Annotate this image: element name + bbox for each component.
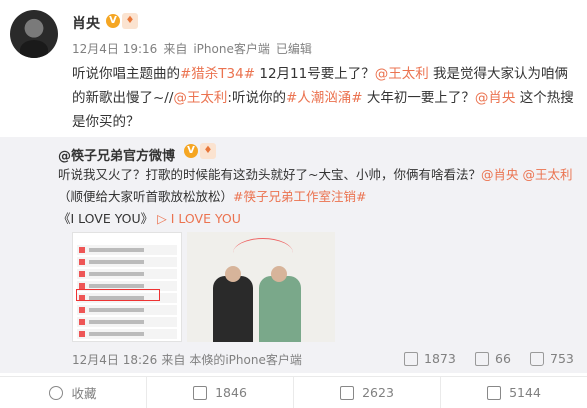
song-title: 《I LOVE YOU》 (58, 211, 154, 226)
like-button[interactable]: 5144 (441, 377, 587, 408)
thumbs-up-icon (487, 385, 502, 400)
comment-icon (340, 385, 355, 400)
song-play-link[interactable]: ▷ I LOVE YOU (157, 211, 241, 226)
hashtag-link[interactable]: #人潮汹涌# (286, 90, 363, 106)
comment-icon (475, 351, 489, 366)
mention-link[interactable]: @王太利 (375, 66, 429, 82)
mention-link[interactable]: @王太利 (173, 90, 227, 106)
repost-song-line: 《I LOVE YOU》 ▷ I LOVE YOU (58, 208, 241, 227)
repost-image-poster[interactable] (187, 232, 335, 342)
avatar[interactable] (10, 10, 58, 58)
repost-comment-count[interactable]: 66 (475, 351, 511, 366)
body-text-segment: 大年初一要上了？ (362, 90, 475, 106)
body-text-segment: 听说我又火了？打歌的时候能有这劲头就好了~大宝、小帅，你俩有啥看法？ (58, 167, 481, 182)
post-date[interactable]: 12月4日 19:16 (72, 42, 157, 56)
verified-badge-icon: V (106, 14, 120, 28)
repost-source[interactable]: 本倏的iPhone客户端 (189, 353, 302, 367)
repost-icon (404, 351, 418, 366)
action-bar: 收藏 1846 2623 5144 (0, 376, 587, 408)
repost-like-count[interactable]: 753 (530, 351, 574, 366)
body-text-segment: （顺便给大家听首歌放松放松） (58, 189, 234, 204)
repost-source-prefix: 来自 (161, 353, 186, 367)
repost-meta: 12月4日 18:26 来自 本倏的iPhone客户端 (72, 351, 306, 368)
post-edited: 已编辑 (275, 42, 312, 56)
level-badge-icon: ♦ (200, 143, 216, 159)
mention-link[interactable]: @肖央 (475, 90, 516, 106)
favorite-button[interactable]: 收藏 (0, 377, 147, 408)
mention-link[interactable]: @王太利 (522, 167, 572, 182)
repost-author-link[interactable]: @筷子兄弟官方微博 (58, 145, 175, 164)
repost-repost-count[interactable]: 1873 (404, 351, 456, 366)
verified-badge-icon: V (184, 144, 198, 158)
repost-button[interactable]: 1846 (147, 377, 294, 408)
body-text-segment: 12月11号要上了？ (255, 66, 375, 82)
repost-icon (193, 385, 208, 400)
post-source-prefix: 来自 (163, 42, 188, 56)
post-body: 听说你唱主题曲的#猎杀T34# 12月11号要上了？@王太利 我是觉得大家认为咱… (72, 62, 577, 134)
repost-body: 听说我又火了？打歌的时候能有这劲头就好了~大宝、小帅，你俩有啥看法？@肖央 @王… (58, 164, 578, 208)
star-icon (49, 385, 64, 400)
hashtag-link[interactable]: #猎杀T34# (180, 66, 255, 82)
level-badge-icon: ♦ (122, 13, 138, 29)
comment-button[interactable]: 2623 (294, 377, 441, 408)
thumbs-up-icon (530, 351, 544, 366)
post-source[interactable]: iPhone客户端 (193, 42, 270, 56)
body-text-segment: :听说你的 (227, 90, 286, 106)
post-meta: 12月4日 19:16 来自 iPhone客户端 已编辑 (72, 40, 318, 57)
repost-image-hot-search[interactable] (72, 232, 182, 342)
post-author-name[interactable]: 肖央 (72, 13, 100, 33)
body-text-segment: 听说你唱主题曲的 (72, 66, 180, 82)
mention-link[interactable]: @肖央 (481, 167, 519, 182)
repost-date[interactable]: 12月4日 18:26 (72, 353, 157, 367)
hashtag-link[interactable]: #筷子兄弟工作室注销# (233, 189, 366, 204)
